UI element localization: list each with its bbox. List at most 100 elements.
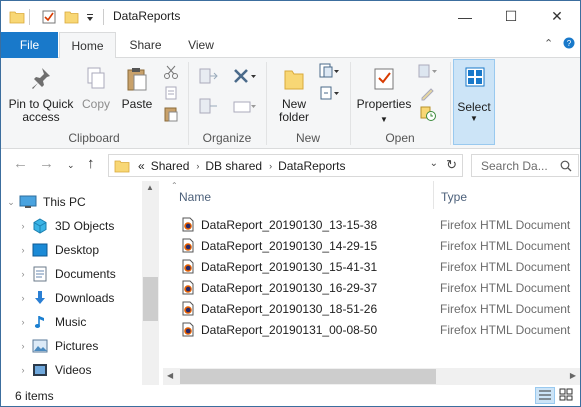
file-list-scrollbar[interactable]: ◀ ▶ [163,368,580,385]
scroll-right-icon[interactable]: ▶ [570,371,576,380]
file-row[interactable]: DataReport_20190130_16-29-37 Firefox HTM… [177,277,580,298]
up-button[interactable]: ↑ [87,155,95,172]
nav-pane-scrollbar[interactable]: ▲ [142,181,159,385]
maximize-button[interactable]: ☐ [488,1,534,32]
firefox-document-icon [182,322,194,337]
tree-item-3d-objects[interactable]: › 3D Objects [1,214,142,238]
column-divider[interactable] [433,181,434,209]
large-icons-view-icon [559,388,573,401]
easy-access-button[interactable] [317,84,341,105]
details-view-button[interactable] [535,387,555,404]
help-icon[interactable]: ? [563,37,575,52]
chevron-right-icon[interactable]: › [15,341,31,351]
properties-button[interactable]: Properties ▼ [355,66,413,126]
firefox-document-icon [182,217,194,232]
file-type: Firefox HTML Document [440,281,571,295]
ribbon-tabs: File Home Share View ⌃ ? [1,32,580,59]
pin-to-quick-access-button[interactable]: Pin to Quick access [5,66,77,124]
tab-share[interactable]: Share [118,32,173,58]
tree-item-downloads[interactable]: › Downloads [1,286,142,310]
tab-home[interactable]: Home [59,32,116,59]
tab-file[interactable]: File [1,32,58,58]
chevron-right-icon[interactable]: › [269,161,272,171]
chevron-right-icon[interactable]: › [15,317,31,327]
file-row[interactable]: DataReport_20190130_14-29-15 Firefox HTM… [177,235,580,256]
paste-icon [127,68,147,91]
new-folder-quick-icon[interactable] [63,7,79,27]
scrollbar-thumb[interactable] [143,277,158,321]
file-row[interactable]: DataReport_20190130_13-15-38 Firefox HTM… [177,214,580,235]
tree-label: Documents [55,267,116,281]
tree-item-this-pc[interactable]: ⌄ This PC [1,190,142,214]
file-name: DataReport_20190130_14-29-15 [201,239,378,253]
chevron-down-icon[interactable]: ⌄ [3,197,19,208]
breadcrumb-shared[interactable]: Shared [151,159,190,173]
new-item-button[interactable] [317,62,341,83]
sort-indicator-icon: ⌃ [171,181,178,190]
copy-button[interactable]: Copy [79,66,113,111]
rename-button[interactable] [230,96,258,121]
breadcrumb-overflow[interactable]: « [138,159,145,173]
address-history-dropdown[interactable]: ⌄ [430,158,438,169]
file-row[interactable]: DataReport_20190131_00-08-50 Firefox HTM… [177,319,580,340]
minimize-button[interactable]: — [442,1,488,32]
delete-icon [234,69,256,83]
open-button[interactable] [415,62,441,83]
scroll-up-icon[interactable]: ▲ [146,183,154,192]
collapse-ribbon-icon[interactable]: ⌃ [544,37,553,50]
move-to-button[interactable] [195,66,221,91]
history-button[interactable] [415,104,441,125]
customize-toolbar-icon[interactable] [85,7,95,27]
copy-to-button[interactable] [195,96,221,121]
column-header-name[interactable]: Name [179,190,211,204]
breadcrumb-db-shared[interactable]: DB shared [205,159,262,173]
properties-quick-icon[interactable] [41,7,57,27]
chevron-right-icon[interactable]: › [15,269,31,279]
tree-item-music[interactable]: › Music [1,310,142,334]
tree-label: Music [55,315,87,329]
column-header-row: ⌃ Name Type [163,181,580,211]
chevron-right-icon[interactable]: › [15,221,31,231]
paste-shortcut-button[interactable] [161,106,181,125]
forward-button[interactable]: → [39,155,54,172]
tree-item-documents[interactable]: › Documents [1,262,142,286]
folder-icon [9,7,25,27]
3d-objects-icon [31,218,49,234]
scroll-left-icon[interactable]: ◀ [167,371,173,380]
close-button[interactable]: ✕ [534,1,580,32]
select-icon [465,67,485,87]
refresh-icon[interactable]: ↻ [446,157,457,173]
address-bar[interactable]: « Shared › DB shared › DataReports ⌄ ↻ [108,154,463,177]
delete-button[interactable] [230,66,258,91]
paste-button[interactable]: Paste [119,66,155,111]
tree-item-videos[interactable]: › Videos [1,358,142,382]
new-folder-icon [284,70,304,90]
recent-locations-button[interactable]: ⌄ [67,160,75,171]
tab-view[interactable]: View [175,32,227,58]
edit-button[interactable] [415,84,441,105]
pin-label: Pin to Quick access [8,97,74,124]
chevron-right-icon[interactable]: › [15,365,31,375]
column-header-type[interactable]: Type [441,190,467,204]
new-folder-button[interactable]: New folder [273,66,315,124]
search-input[interactable]: Search Da... [471,154,579,177]
copy-path-button[interactable] [161,85,181,104]
file-list: ⌃ Name Type DataReport_20190130_13-15-38… [163,181,580,385]
divider [103,9,104,25]
file-row[interactable]: DataReport_20190130_18-51-26 Firefox HTM… [177,298,580,319]
select-button[interactable]: Select ▼ [453,59,495,145]
chevron-right-icon[interactable]: › [15,293,31,303]
tree-item-desktop[interactable]: › Desktop [1,238,142,262]
chevron-right-icon[interactable]: › [15,245,31,255]
tree-item-pictures[interactable]: › Pictures [1,334,142,358]
scrollbar-thumb[interactable] [180,369,436,384]
navigation-pane: ⌄ This PC › 3D Objects › Desktop › Docum… [1,181,159,385]
chevron-right-icon[interactable]: › [196,161,199,171]
large-icons-view-button[interactable] [557,387,577,404]
cut-button[interactable] [161,64,181,83]
search-placeholder: Search Da... [481,158,548,173]
file-name: DataReport_20190130_18-51-26 [201,302,378,316]
breadcrumb-datareports[interactable]: DataReports [278,159,345,173]
file-row[interactable]: DataReport_20190130_15-41-31 Firefox HTM… [177,256,580,277]
back-button[interactable]: ← [13,155,28,172]
